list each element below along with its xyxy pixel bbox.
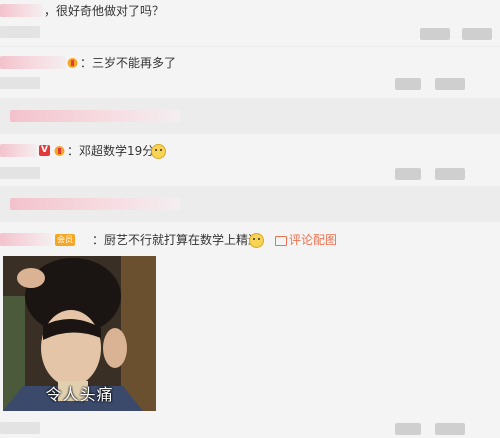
blurred-actions[interactable] — [420, 28, 450, 40]
blurred-like[interactable] — [462, 28, 492, 40]
comment-text: ：三岁不能再多了 — [80, 56, 177, 70]
blurred-username[interactable] — [0, 144, 37, 157]
blurred-username[interactable] — [0, 56, 66, 69]
blurred-like[interactable] — [435, 78, 465, 90]
comment-image-link[interactable]: 评论配图 — [289, 233, 337, 247]
vip-icon: V — [39, 145, 50, 156]
blurred-reply-text — [10, 110, 180, 122]
blurred-timestamp — [0, 422, 40, 434]
divider — [0, 46, 500, 47]
blurred-timestamp — [0, 26, 40, 38]
comment-text: ，很好奇他做对了吗？ — [44, 4, 165, 18]
reply-preview — [0, 98, 500, 134]
comment-text: ：厨艺不行就打算在数学上精进 — [92, 233, 261, 247]
blurred-like[interactable] — [435, 423, 465, 435]
medal-icon — [53, 145, 66, 157]
blurred-actions[interactable] — [395, 423, 421, 435]
medal-icon — [66, 57, 79, 69]
reply-preview — [0, 186, 500, 222]
cat-emoji-icon — [151, 144, 166, 159]
blurred-like[interactable] — [435, 168, 465, 180]
picture-icon[interactable] — [275, 236, 287, 246]
blurred-actions[interactable] — [395, 78, 421, 90]
comment-image[interactable]: 令人头痛 — [3, 256, 156, 411]
blurred-reply-text — [10, 198, 180, 210]
cat-emoji-icon — [249, 233, 264, 248]
blurred-timestamp — [0, 77, 40, 89]
comment-text: ：邓超数学19分 — [67, 144, 155, 158]
blurred-username[interactable] — [0, 233, 52, 246]
image-caption: 令人头痛 — [45, 385, 114, 404]
member-badge: 会员 — [55, 234, 75, 246]
blurred-username[interactable] — [0, 4, 43, 17]
blurred-timestamp — [0, 167, 40, 179]
blurred-actions[interactable] — [395, 168, 421, 180]
